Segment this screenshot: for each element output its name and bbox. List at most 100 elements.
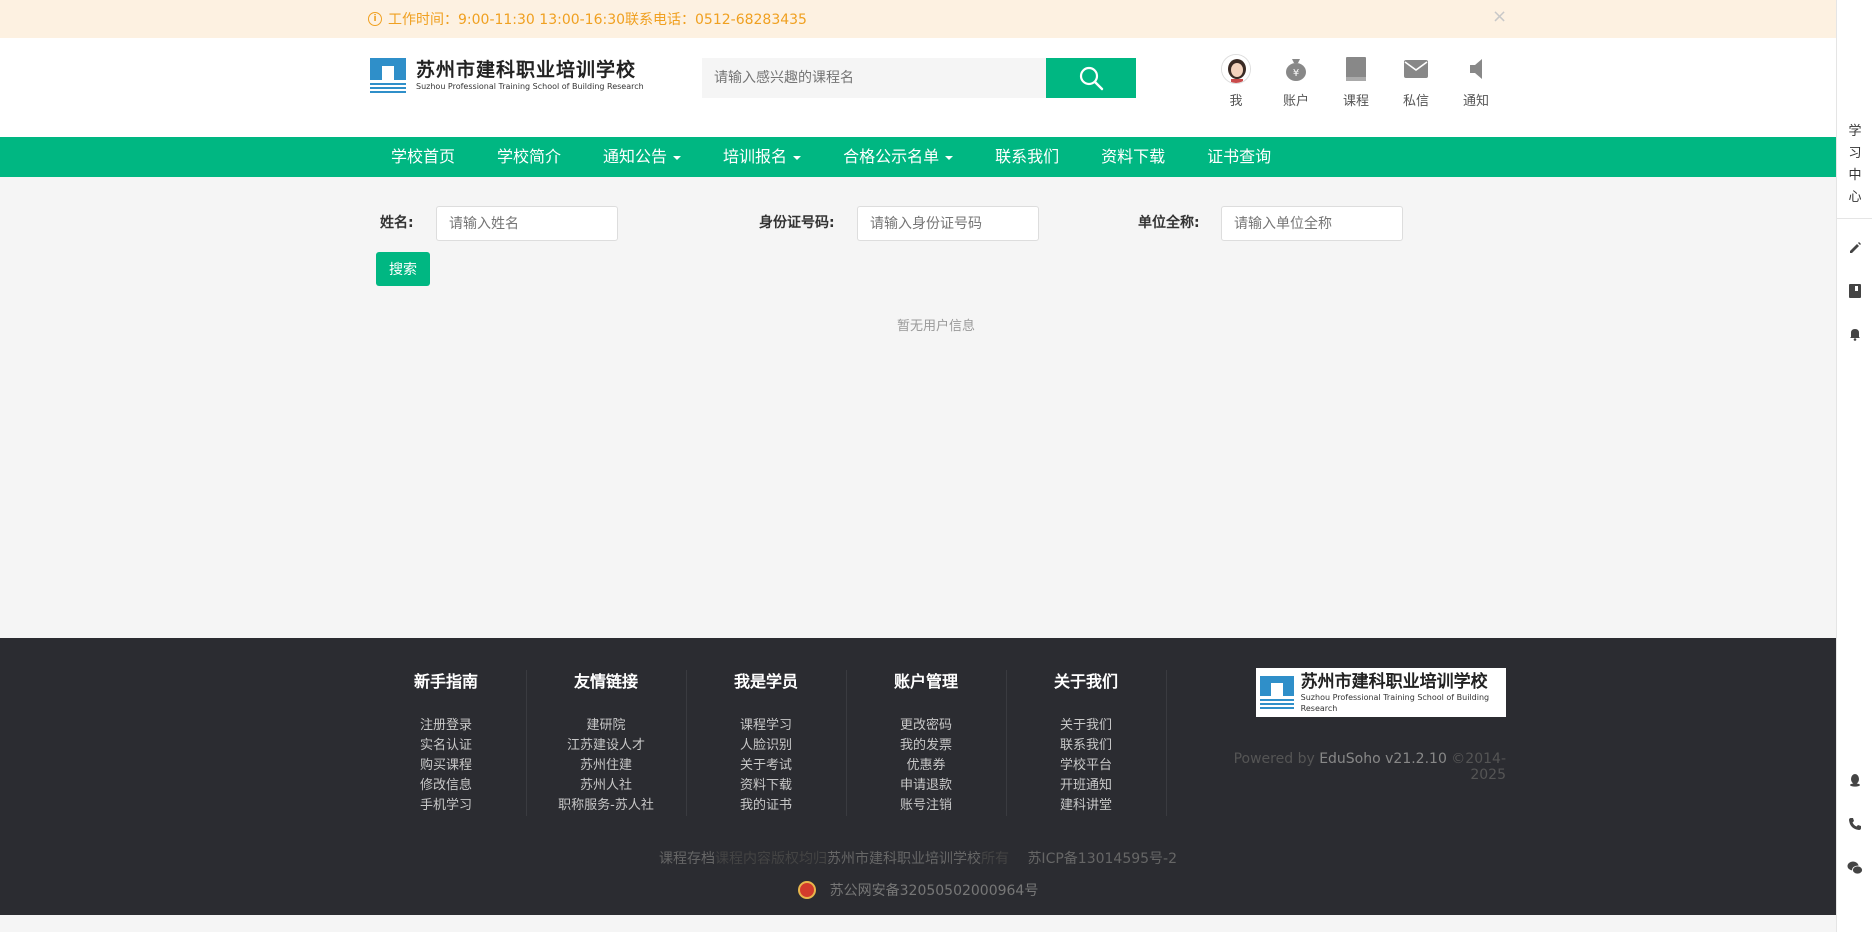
footer-link[interactable]: 建研院 [526, 716, 686, 736]
footer-link[interactable]: 建科讲堂 [1006, 796, 1166, 816]
police-emblem-icon [797, 881, 816, 899]
footer-column-about: 关于我们 关于我们 联系我们 学校平台 开班通知 建科讲堂 [1006, 668, 1166, 816]
nav-item-certificate-query[interactable]: 证书查询 [1186, 137, 1292, 177]
nav-item-downloads[interactable]: 资料下载 [1080, 137, 1186, 177]
footer-column-title: 账户管理 [893, 672, 958, 691]
logo-mark-icon [370, 58, 406, 94]
footer-column-title: 关于我们 [1053, 672, 1118, 691]
user-nav-messages[interactable]: 私信 [1386, 52, 1446, 109]
footer-link[interactable]: 更改密码 [846, 716, 1006, 736]
nav-item-registration[interactable]: 培训报名 [702, 137, 822, 177]
money-bag-icon: ¥ [1286, 59, 1306, 81]
footer-link[interactable]: 申请退款 [846, 776, 1006, 796]
phone-icon[interactable] [1847, 816, 1863, 832]
footer-column-account: 账户管理 更改密码 我的发票 优惠券 申请退款 账号注销 [846, 668, 1006, 816]
svg-text:¥: ¥ [1293, 68, 1299, 79]
id-number-label: 身份证号码: [759, 215, 835, 231]
notice-text: 工作时间：9:00-11:30 13:00-16:30联系电话：0512-682… [388, 12, 807, 28]
course-search-button[interactable] [1046, 58, 1136, 98]
user-nav: 我 ¥ 账户 课程 私信 通知 [1206, 52, 1506, 109]
footer-link[interactable]: 我的发票 [846, 736, 1006, 756]
footer-link[interactable]: 修改信息 [366, 776, 526, 796]
qq-icon[interactable] [1847, 772, 1863, 788]
avatar [1221, 54, 1251, 84]
footer-link[interactable]: 人脸识别 [686, 736, 846, 756]
course-search-input[interactable] [702, 58, 1046, 98]
name-label: 姓名: [380, 215, 414, 231]
organization-label: 单位全称: [1138, 215, 1200, 231]
user-nav-account[interactable]: ¥ 账户 [1266, 52, 1326, 109]
wechat-icon[interactable] [1847, 860, 1863, 876]
footer: 新手指南 注册登录 实名认证 购买课程 修改信息 手机学习 友情链接 建研院 江… [0, 638, 1836, 915]
nav-item-home[interactable]: 学校首页 [370, 137, 476, 177]
course-search [702, 58, 1136, 98]
bottom-strip [0, 915, 1836, 932]
mail-icon [1404, 60, 1428, 78]
footer-link[interactable]: 注册登录 [366, 716, 526, 736]
sidebar-divider [1837, 218, 1872, 219]
main-nav: 学校首页 学校简介 通知公告 培训报名 合格公示名单 联系我们 资料下载 证书查… [0, 137, 1836, 177]
footer-link[interactable]: 资料下载 [686, 776, 846, 796]
caret-down-icon [673, 155, 682, 160]
footer-column-title: 友情链接 [573, 672, 638, 691]
footer-link[interactable]: 学校平台 [1006, 756, 1166, 776]
user-nav-notifications[interactable]: 通知 [1446, 52, 1506, 109]
footer-link[interactable]: 我的证书 [686, 796, 846, 816]
footer-link[interactable]: 购买课程 [366, 756, 526, 776]
copyright-line: 课程存档课程内容版权均归苏州市建科职业培训学校所有 苏ICP备13014595号… [658, 851, 1178, 867]
footer-divider [1166, 670, 1167, 816]
study-center-link[interactable]: 学 习 中 心 [1837, 121, 1872, 209]
site-logo[interactable]: 苏州市建科职业培训学校 Suzhou Professional Training… [370, 58, 644, 94]
search-icon [1079, 66, 1104, 91]
footer-link[interactable]: 手机学习 [366, 796, 526, 816]
bell-icon[interactable] [1847, 326, 1863, 342]
gov-record-link[interactable]: 苏公网安备32050502000964号 [830, 880, 1039, 900]
footer-link[interactable]: 账号注销 [846, 796, 1006, 816]
user-nav-me[interactable]: 我 [1206, 52, 1266, 109]
close-icon[interactable]: × [1492, 6, 1507, 27]
footer-column-links: 友情链接 建研院 江苏建设人才 苏州住建 苏州人社 职称服务-苏人社 [526, 668, 686, 816]
user-nav-courses[interactable]: 课程 [1326, 52, 1386, 109]
footer-link[interactable]: 优惠券 [846, 756, 1006, 776]
footer-column-title: 新手指南 [413, 672, 478, 691]
footer-link[interactable]: 江苏建设人才 [526, 736, 686, 756]
footer-link[interactable]: 关于考试 [686, 756, 846, 776]
footer-link[interactable]: 苏州人社 [526, 776, 686, 796]
edusoho-link[interactable]: EduSoho v21.2.10 [1319, 751, 1447, 767]
footer-link[interactable]: 苏州住建 [526, 756, 686, 776]
footer-link[interactable]: 课程学习 [686, 716, 846, 736]
logo-title: 苏州市建科职业培训学校 [416, 59, 637, 81]
icp-link[interactable]: 苏ICP备13014595号-2 [1027, 851, 1177, 867]
empty-result-message: 暂无用户信息 [896, 319, 975, 334]
footer-link[interactable]: 职称服务-苏人社 [526, 796, 686, 816]
footer-link[interactable]: 联系我们 [1006, 736, 1166, 756]
footer-column-student: 我是学员 课程学习 人脸识别 关于考试 资料下载 我的证书 [686, 668, 846, 816]
public-security-record: 苏公网安备32050502000964号 [0, 880, 1836, 900]
nav-item-about[interactable]: 学校简介 [476, 137, 582, 177]
notebook-icon[interactable] [1847, 283, 1863, 299]
info-icon: i [368, 12, 382, 26]
pencil-icon[interactable] [1847, 240, 1863, 256]
name-input[interactable] [436, 206, 618, 241]
footer-column-guide: 新手指南 注册登录 实名认证 购买课程 修改信息 手机学习 [366, 668, 526, 816]
right-sidebar: 学 习 中 心 [1836, 0, 1872, 932]
user-nav-label: 私信 [1402, 94, 1429, 109]
logo-subtitle: Suzhou Professional Training School of B… [416, 82, 644, 91]
organization-input[interactable] [1221, 206, 1403, 241]
nav-item-announcements[interactable]: 通知公告 [582, 137, 702, 177]
caret-down-icon [945, 155, 954, 160]
id-number-input[interactable] [857, 206, 1039, 241]
search-button[interactable]: 搜索 [376, 252, 430, 286]
nav-item-qualified-list[interactable]: 合格公示名单 [822, 137, 974, 177]
footer-logo-subtitle: Suzhou Professional Training School of B… [1300, 692, 1490, 713]
notice-bar: i 工作时间：9:00-11:30 13:00-16:30联系电话：0512-6… [0, 0, 1836, 38]
caret-down-icon [793, 155, 802, 160]
footer-link[interactable]: 关于我们 [1006, 716, 1166, 736]
footer-link[interactable]: 实名认证 [366, 736, 526, 756]
nav-item-contact[interactable]: 联系我们 [974, 137, 1080, 177]
footer-logo[interactable]: 苏州市建科职业培训学校 Suzhou Professional Training… [1256, 668, 1506, 717]
query-panel: 姓名: 身份证号码: 单位全称: 搜索 暂无用户信息 [0, 177, 1836, 638]
footer-link[interactable]: 开班通知 [1006, 776, 1166, 796]
user-nav-label: 通知 [1462, 94, 1489, 109]
header: 苏州市建科职业培训学校 Suzhou Professional Training… [0, 38, 1836, 137]
